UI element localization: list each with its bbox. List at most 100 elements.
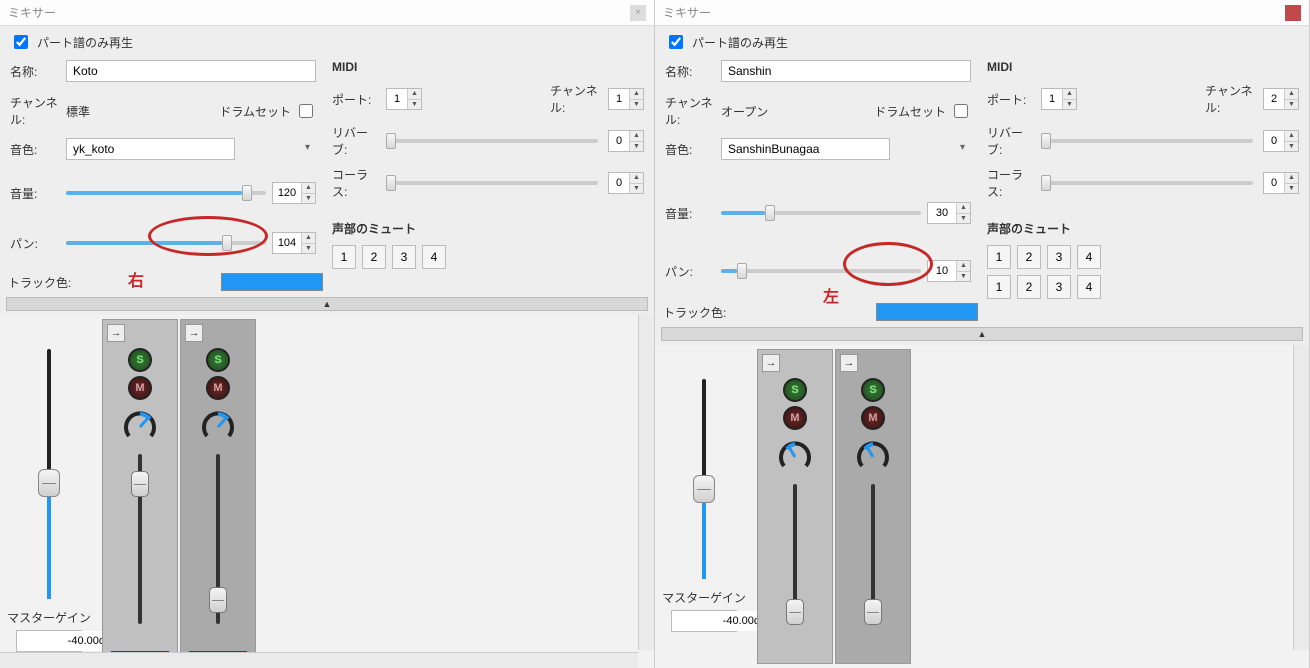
pan-knob[interactable] — [201, 410, 235, 444]
chorus-label: コーラス: — [332, 166, 382, 200]
pan-knob[interactable] — [123, 410, 157, 444]
channel-fader[interactable] — [786, 484, 804, 624]
voice-mute-r1-2[interactable]: 2 — [1017, 245, 1041, 269]
reverb-label: リバーブ: — [332, 124, 382, 158]
expand-arrow-icon[interactable]: → — [840, 354, 858, 372]
annotation-left: 左 — [823, 283, 839, 307]
trackcolor-swatch[interactable] — [876, 303, 978, 321]
volume-spin[interactable]: ▲▼ — [272, 182, 316, 204]
scrollbar-vertical[interactable] — [1293, 345, 1309, 650]
voice-mute-r2-1[interactable]: 1 — [987, 275, 1011, 299]
midi-port-spin[interactable]: ▲▼ — [1041, 88, 1077, 110]
master-fader[interactable] — [691, 379, 717, 579]
voice-mute-r1-3[interactable]: 3 — [1047, 245, 1071, 269]
titlebar: ミキサー — [655, 0, 1309, 26]
partplay-checkbox[interactable] — [669, 35, 683, 49]
volume-spin[interactable]: ▲▼ — [927, 202, 971, 224]
reverb-spin[interactable]: ▲▼ — [1263, 130, 1299, 152]
partplay-checkbox[interactable] — [14, 35, 28, 49]
expand-arrow-icon[interactable]: → — [107, 324, 125, 342]
name-field[interactable] — [721, 60, 971, 82]
reverb-slider[interactable] — [386, 132, 598, 150]
collapse-bar[interactable]: ▲ — [6, 297, 648, 311]
drumset-checkbox[interactable] — [954, 104, 968, 118]
volume-slider[interactable] — [721, 204, 921, 222]
pan-slider[interactable] — [66, 234, 266, 252]
channel-fader[interactable] — [209, 454, 227, 624]
drumset-checkbox[interactable] — [299, 104, 313, 118]
master-fader[interactable] — [36, 349, 62, 599]
voice-mute-title: 声部のミュート — [332, 220, 644, 237]
tone-combo[interactable] — [66, 138, 235, 160]
pan-spin[interactable]: ▲▼ — [927, 260, 971, 282]
close-icon[interactable] — [1285, 5, 1301, 21]
solo-button[interactable]: S — [206, 348, 230, 372]
spin-down-icon[interactable]: ▼ — [302, 244, 315, 254]
channel-fader[interactable] — [864, 484, 882, 624]
voice-mute-1[interactable]: 1 — [332, 245, 356, 269]
voice-mute-r2-4[interactable]: 4 — [1077, 275, 1101, 299]
solo-button[interactable]: S — [783, 378, 807, 402]
tone-combo[interactable] — [721, 138, 890, 160]
chorus-slider[interactable] — [1041, 174, 1253, 192]
voice-mute-4[interactable]: 4 — [422, 245, 446, 269]
collapse-bar[interactable]: ▲ — [661, 327, 1303, 341]
voice-mute-3[interactable]: 3 — [392, 245, 416, 269]
master-strip: マスターゲイン ▲▼ — [661, 349, 747, 664]
voice-mute-title: 声部のミュート — [987, 220, 1299, 237]
mute-button[interactable]: M — [783, 406, 807, 430]
voice-mute-2[interactable]: 2 — [362, 245, 386, 269]
pan-knob[interactable] — [778, 440, 812, 474]
midi-title: MIDI — [987, 60, 1299, 74]
midi-channel-spin[interactable]: ▲▼ — [608, 88, 644, 110]
midi-port-spin[interactable]: ▲▼ — [386, 88, 422, 110]
channel-value: オープン — [721, 103, 768, 120]
voice-mute-r2-2[interactable]: 2 — [1017, 275, 1041, 299]
trackcolor-swatch[interactable] — [221, 273, 323, 291]
scrollbar-horizontal[interactable] — [0, 652, 638, 668]
reverb-slider[interactable] — [1041, 132, 1253, 150]
voice-mute-r2-3[interactable]: 3 — [1047, 275, 1071, 299]
mute-button[interactable]: M — [206, 376, 230, 400]
master-db-spin[interactable]: ▲▼ — [671, 610, 737, 632]
spin-up-icon[interactable]: ▲ — [302, 183, 315, 194]
channel-strip-1: → S M — [102, 319, 178, 664]
name-field[interactable] — [66, 60, 316, 82]
window-title: ミキサー — [8, 4, 56, 21]
pan-label: パン: — [10, 235, 66, 252]
chorus-spin[interactable]: ▲▼ — [1263, 172, 1299, 194]
channel-fader[interactable] — [131, 454, 149, 624]
drumset-label: ドラムセット — [874, 103, 946, 120]
master-strip: マスターゲイン ▲▼ — [6, 319, 92, 664]
channel-value: 標準 — [66, 103, 90, 120]
reverb-spin[interactable]: ▲▼ — [608, 130, 644, 152]
name-label: 名称: — [10, 63, 66, 80]
midi-channel-spin[interactable]: ▲▼ — [1263, 88, 1299, 110]
trackcolor-label: トラック色: — [8, 274, 71, 291]
pan-spin[interactable]: ▲▼ — [272, 232, 316, 254]
chorus-spin[interactable]: ▲▼ — [608, 172, 644, 194]
close-icon[interactable]: × — [630, 5, 646, 21]
pan-slider[interactable] — [721, 262, 921, 280]
master-db-spin[interactable]: ▲▼ — [16, 630, 82, 652]
mute-button[interactable]: M — [861, 406, 885, 430]
midi-channel-label: チャンネル: — [550, 82, 604, 116]
spin-up-icon[interactable]: ▲ — [302, 233, 315, 244]
voice-mute-r1-1[interactable]: 1 — [987, 245, 1011, 269]
spin-down-icon[interactable]: ▼ — [302, 194, 315, 204]
chorus-label: コーラス: — [987, 166, 1037, 200]
mixer-panel-left: ミキサー × パート譜のみ再生 名称: チャンネル: 標準 ドラムセット 音色: — [0, 0, 655, 668]
chorus-slider[interactable] — [386, 174, 598, 192]
voice-mute-r1-4[interactable]: 4 — [1077, 245, 1101, 269]
mute-button[interactable]: M — [128, 376, 152, 400]
titlebar: ミキサー × — [0, 0, 654, 26]
scrollbar-vertical[interactable] — [638, 315, 654, 650]
volume-slider[interactable] — [66, 184, 266, 202]
expand-arrow-icon[interactable]: → — [185, 324, 203, 342]
pan-knob[interactable] — [856, 440, 890, 474]
expand-arrow-icon[interactable]: → — [762, 354, 780, 372]
annotation-right: 右 — [128, 267, 144, 291]
solo-button[interactable]: S — [861, 378, 885, 402]
window-title: ミキサー — [663, 4, 711, 21]
solo-button[interactable]: S — [128, 348, 152, 372]
